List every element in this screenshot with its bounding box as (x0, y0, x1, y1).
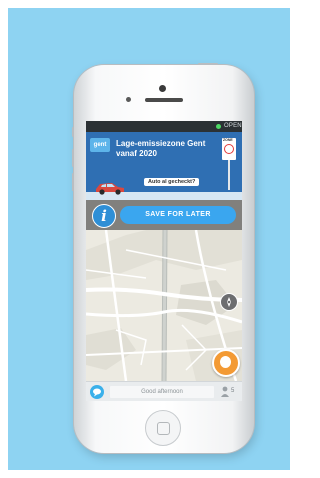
banner-speech-bubble: Auto al gecheckt? (144, 178, 200, 186)
banner-title: Lage-emissiezone Gent vanaf 2020 (116, 139, 206, 158)
phone-screen: OPEN gent Lage-emissiezone Gent vanaf 20… (86, 121, 242, 401)
prohibition-icon (224, 144, 234, 154)
people-button[interactable]: 5 (220, 385, 238, 399)
volume-up-button (72, 149, 74, 167)
compass-icon (227, 297, 231, 307)
people-count: 5 (231, 388, 235, 394)
home-square-icon (157, 422, 170, 435)
status-indicator (216, 124, 221, 129)
greeting-field[interactable]: Good afternoon (110, 386, 214, 398)
action-row: i SAVE FOR LATER (86, 200, 242, 230)
chat-button[interactable] (90, 385, 104, 399)
ad-banner[interactable]: gent Lage-emissiezone Gent vanaf 2020 ZO… (86, 132, 242, 200)
status-label: OPEN (224, 123, 242, 129)
people-icon (221, 386, 229, 397)
phone-frame: OPEN gent Lage-emissiezone Gent vanaf 20… (72, 63, 254, 453)
chat-bubble-icon (93, 388, 101, 397)
status-bar: OPEN (86, 121, 242, 132)
info-button[interactable]: i (92, 204, 116, 228)
sign-label: ZONE (223, 138, 233, 142)
bottom-bar: Good afternoon 5 (86, 381, 242, 401)
power-button (198, 63, 218, 65)
volume-down-button (72, 173, 74, 191)
report-button[interactable] (212, 349, 240, 377)
front-camera (159, 85, 166, 92)
save-for-later-button[interactable]: SAVE FOR LATER (120, 206, 236, 224)
compass-button[interactable] (220, 293, 238, 311)
low-emission-zone-sign: ZONE (222, 138, 236, 160)
background: OPEN gent Lage-emissiezone Gent vanaf 20… (8, 8, 290, 470)
car-icon (96, 183, 124, 195)
gent-logo: gent (90, 138, 110, 152)
sensor (126, 97, 131, 102)
sign-pole (228, 160, 230, 190)
home-button[interactable] (145, 410, 181, 446)
report-icon (220, 356, 231, 368)
mute-switch (72, 127, 74, 137)
earpiece-speaker (145, 98, 183, 102)
